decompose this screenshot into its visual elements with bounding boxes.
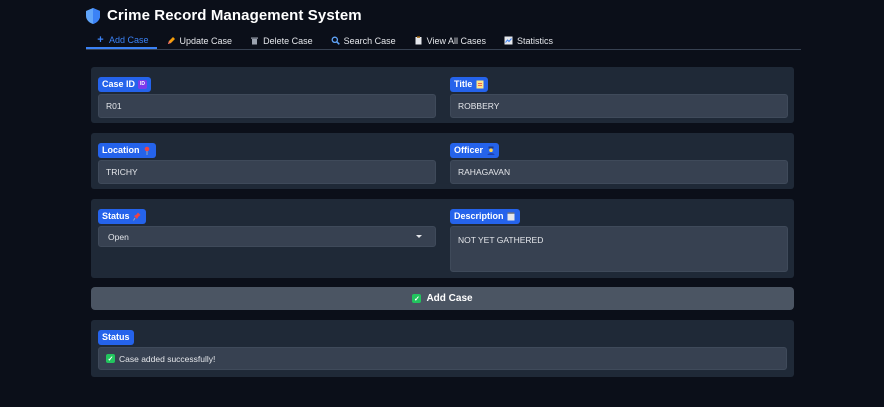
title-input[interactable]: ROBBERY <box>450 94 788 118</box>
status-output-field: Status <box>98 327 134 345</box>
status-message: Case added successfully! <box>119 353 216 364</box>
chevron-down-icon <box>416 235 422 238</box>
tab-label: Search Case <box>343 35 396 46</box>
officer-input[interactable]: RAHAGAVAN <box>450 160 788 184</box>
tab-label: View All Cases <box>426 35 487 46</box>
notepad-icon <box>507 211 516 221</box>
tab-update-case[interactable]: Update Case <box>157 32 241 49</box>
police-officer-icon <box>486 146 495 155</box>
case-id-input[interactable]: R01 <box>98 94 436 118</box>
tab-view-all-cases[interactable]: View All Cases <box>404 32 494 49</box>
status-field: Status <box>98 206 146 224</box>
status-output-label: Status <box>98 329 134 345</box>
shield-icon <box>86 7 100 24</box>
location-label: Location <box>98 142 156 158</box>
add-case-button[interactable]: ✓ Add Case <box>91 287 794 310</box>
clipboard-icon <box>414 36 423 45</box>
app-header: Crime Record Management System <box>86 7 362 24</box>
add-case-label: Add Case <box>426 293 473 304</box>
panel-location-officer: Location TRICHY Officer RAHAGAVAN <box>91 133 794 189</box>
tab-delete-case[interactable]: Delete Case <box>240 32 321 49</box>
officer-label: Officer <box>450 142 500 158</box>
panel-status-description: Status Open Description NOT YET GATHERED <box>91 199 794 278</box>
location-input[interactable]: TRICHY <box>98 160 436 184</box>
chart-icon <box>504 36 513 45</box>
tab-search-case[interactable]: Search Case <box>321 32 404 49</box>
pin-icon <box>143 146 152 155</box>
tab-label: Delete Case <box>263 35 313 46</box>
tab-label: Add Case <box>109 34 149 45</box>
tab-label: Statistics <box>517 35 554 46</box>
status-label: Status <box>98 208 146 224</box>
tab-bar: + Add Case Update Case Delete Case Searc… <box>86 32 801 50</box>
description-label: Description <box>450 208 520 224</box>
officer-field: Officer <box>450 140 500 158</box>
tab-statistics[interactable]: Statistics <box>494 32 561 49</box>
title-field: Title <box>450 74 489 92</box>
panel-case-id-title: Case ID ID R01 Title ROBBERY <box>91 67 794 123</box>
status-select[interactable]: Open <box>98 226 436 247</box>
magnifier-icon <box>331 36 340 45</box>
checkmark-icon: ✓ <box>106 354 115 363</box>
checkmark-icon: ✓ <box>412 294 422 303</box>
title-label: Title <box>450 76 489 92</box>
trash-icon <box>250 36 259 45</box>
tab-label: Update Case <box>179 35 233 46</box>
app-title: Crime Record Management System <box>107 7 362 24</box>
pushpin-icon <box>133 212 142 221</box>
document-icon <box>475 80 484 89</box>
description-field: Description <box>450 206 520 224</box>
pencil-icon <box>167 36 176 45</box>
id-icon: ID <box>138 79 148 89</box>
location-field: Location <box>98 140 156 158</box>
panel-status-output: Status ✓ Case added successfully! <box>91 320 794 377</box>
description-textarea[interactable]: NOT YET GATHERED <box>450 226 788 272</box>
tab-add-case[interactable]: + Add Case <box>86 32 157 49</box>
case-id-label: Case ID ID <box>98 76 152 92</box>
plus-icon: + <box>97 33 104 46</box>
case-id-field: Case ID ID <box>98 74 152 92</box>
status-output-box: ✓ Case added successfully! <box>98 347 787 370</box>
